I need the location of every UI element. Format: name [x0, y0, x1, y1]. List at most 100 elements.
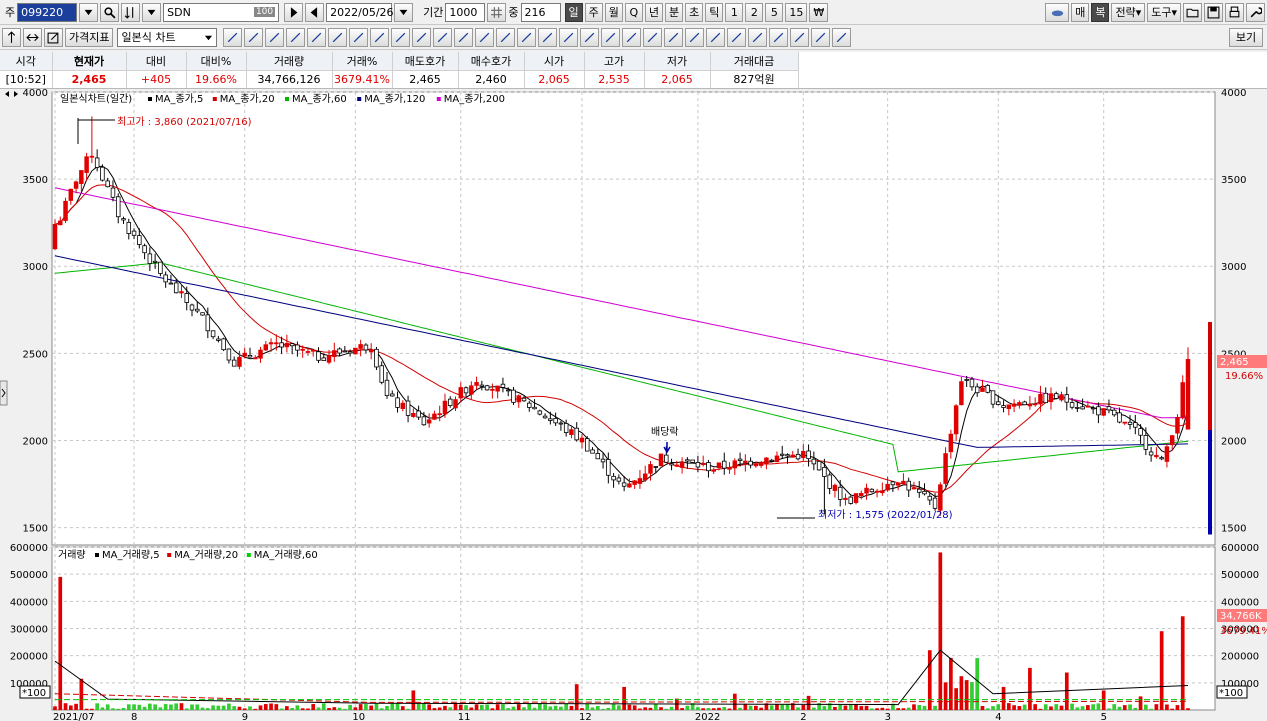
- amount-input[interactable]: 216: [520, 2, 561, 22]
- wrench-icon[interactable]: [1246, 2, 1265, 22]
- trade-button[interactable]: 매: [1071, 2, 1090, 22]
- play-right-icon[interactable]: [284, 2, 304, 22]
- view-button[interactable]: 보기: [1229, 27, 1263, 47]
- grid-icon[interactable]: [487, 2, 507, 22]
- timeframe-4[interactable]: 년: [644, 2, 663, 22]
- tools-button[interactable]: 도구 ▾: [1147, 2, 1181, 22]
- timeframe-9[interactable]: 2: [745, 2, 764, 22]
- price-axis-label-left: 3500: [23, 175, 48, 186]
- zoom-out-icon[interactable]: [748, 27, 768, 47]
- circle-icon[interactable]: [685, 27, 705, 47]
- parallel-line-icon[interactable]: [433, 27, 453, 47]
- play-left-icon[interactable]: [305, 2, 325, 22]
- wave-2-icon[interactable]: [811, 27, 831, 47]
- candle-body: [337, 348, 342, 354]
- side-panel-toggle[interactable]: [0, 380, 8, 406]
- save-icon[interactable]: [1204, 2, 1223, 22]
- candle-body: [859, 492, 864, 496]
- candle-body: [226, 348, 232, 361]
- arrow-down-icon[interactable]: [601, 27, 621, 47]
- volume-bar: [321, 703, 326, 710]
- angle-line-icon[interactable]: [244, 27, 264, 47]
- indicator-tab[interactable]: 가격지표: [65, 27, 114, 47]
- timeframe-12[interactable]: ₩: [809, 2, 829, 22]
- updown-arrow-icon[interactable]: [2, 27, 21, 47]
- strategy-button[interactable]: 전략 ▾: [1111, 2, 1146, 22]
- edit-icon[interactable]: [44, 27, 63, 47]
- volume-bar: [137, 704, 142, 710]
- candle-body: [1032, 403, 1038, 406]
- arrow-up-icon[interactable]: [580, 27, 600, 47]
- search-icon[interactable]: [100, 2, 120, 22]
- cloud-icon[interactable]: [1045, 2, 1070, 22]
- chart-area[interactable]: 1500 1500 2000 2000 2500 2500 3000 3000 3500 3500…: [0, 89, 1267, 721]
- volume-bar: [738, 707, 742, 710]
- candle-body: [511, 389, 516, 403]
- copy-button[interactable]: 복: [1091, 2, 1110, 22]
- zoom-in-icon[interactable]: [727, 27, 747, 47]
- rectangle-icon[interactable]: [706, 27, 726, 47]
- color-icon[interactable]: [496, 27, 516, 47]
- timeframe-8[interactable]: 1: [725, 2, 744, 22]
- timeframe-7[interactable]: 틱: [705, 2, 724, 22]
- trendline-icon[interactable]: [223, 27, 243, 47]
- arrow-right-icon[interactable]: [643, 27, 663, 47]
- wave-icon[interactable]: [790, 27, 810, 47]
- volume-bar: [1022, 704, 1027, 710]
- leftright-arrow-icon[interactable]: [23, 27, 42, 47]
- volume-bar: [985, 708, 990, 710]
- volume-bar: [179, 703, 184, 710]
- timeframe-11[interactable]: 15: [785, 2, 808, 22]
- vertical-line-icon[interactable]: [328, 27, 348, 47]
- candle-body: [685, 459, 690, 462]
- timeframe-5[interactable]: 분: [665, 2, 684, 22]
- volume-tag: 34,766K: [1220, 611, 1262, 622]
- timeframe-6[interactable]: 초: [685, 2, 704, 22]
- fan-line-icon[interactable]: [265, 27, 285, 47]
- volume-axis-label-right: 400000: [1221, 597, 1259, 608]
- period-input[interactable]: 1000: [445, 2, 486, 22]
- timeframe-0[interactable]: 일: [564, 2, 583, 22]
- sort-icon[interactable]: [121, 2, 141, 22]
- date-input[interactable]: 2022/05/26: [326, 2, 394, 22]
- horizontal-line-icon[interactable]: [307, 27, 327, 47]
- timeframe-2[interactable]: 월: [604, 2, 623, 22]
- stock-code-input[interactable]: 099220: [17, 2, 78, 22]
- volume-bar: [606, 707, 611, 710]
- quote-header-2: 대비: [126, 52, 187, 71]
- arrow-left-icon[interactable]: [622, 27, 642, 47]
- candle-body: [1075, 406, 1080, 409]
- dropdown-arrow-icon[interactable]: [142, 2, 162, 22]
- gann-box-icon[interactable]: [391, 27, 411, 47]
- price-volume-chart[interactable]: 1500 15002000 20002500 25003000 30003500 3500…: [0, 89, 1267, 721]
- volume-bar: [917, 704, 922, 710]
- candle-body: [1106, 406, 1112, 411]
- image-icon[interactable]: [832, 27, 852, 47]
- dropdown-arrow-icon[interactable]: [79, 2, 99, 22]
- zoom-box-icon[interactable]: [559, 27, 579, 47]
- volume-bar: [1012, 705, 1016, 710]
- cross-line-icon[interactable]: [454, 27, 474, 47]
- settings-icon[interactable]: [769, 27, 789, 47]
- palette-icon[interactable]: [517, 27, 537, 47]
- legend-swatch: [148, 97, 152, 101]
- note-icon[interactable]: [538, 27, 558, 47]
- text-icon[interactable]: [664, 27, 684, 47]
- fibonacci-retrace-icon[interactable]: [349, 27, 369, 47]
- calendar-dropdown-icon[interactable]: [394, 2, 414, 22]
- eraser-icon[interactable]: [475, 27, 495, 47]
- candle-body: [1133, 422, 1138, 428]
- timeframe-1[interactable]: 주: [584, 2, 603, 22]
- timeframe-10[interactable]: 5: [765, 2, 784, 22]
- fibonacci-fan-icon[interactable]: [370, 27, 390, 47]
- print-icon[interactable]: [1225, 2, 1244, 22]
- period-label: 기간: [423, 6, 444, 19]
- volume-bar: [406, 708, 410, 710]
- timeframe-3[interactable]: Q: [624, 2, 643, 22]
- channel-icon[interactable]: [412, 27, 432, 47]
- candle-body: [126, 221, 132, 234]
- stock-name-field[interactable]: SDN 100: [163, 2, 280, 22]
- folder-icon[interactable]: [1183, 2, 1202, 22]
- speed-line-icon[interactable]: [286, 27, 306, 47]
- chart-type-select[interactable]: 일본식 차트: [117, 27, 218, 47]
